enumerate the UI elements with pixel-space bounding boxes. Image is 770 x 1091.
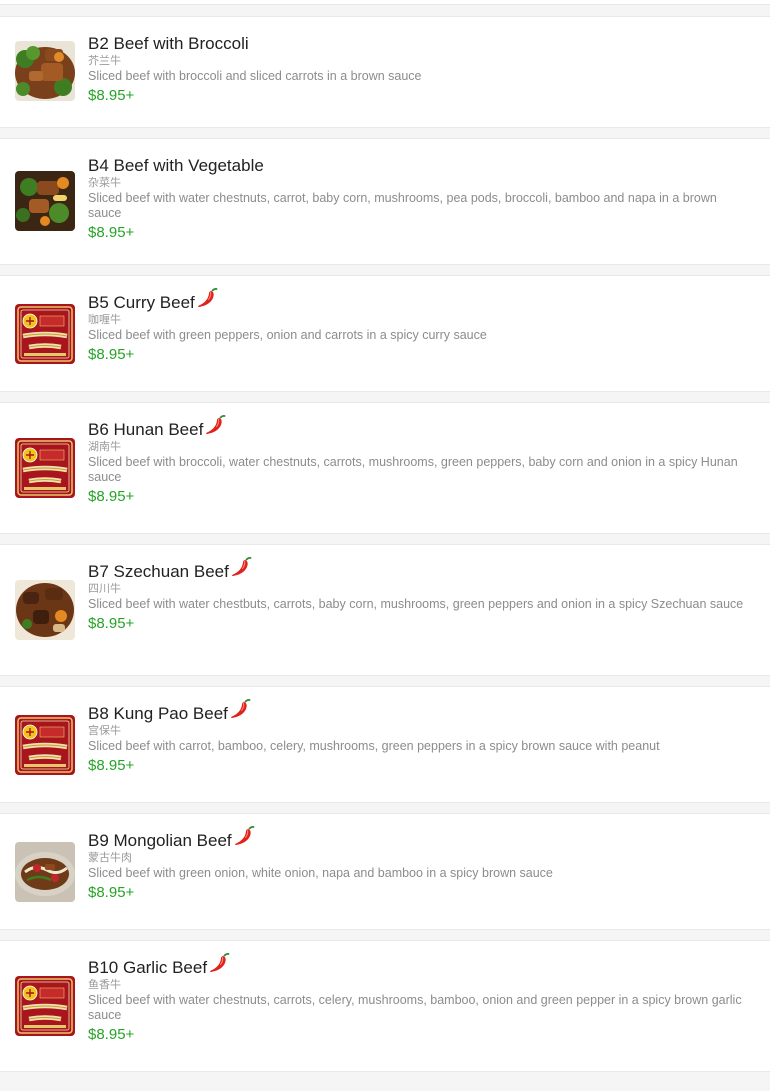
menu-item-chinese-name: 杂菜牛 bbox=[88, 177, 121, 189]
menu-item-image[interactable] bbox=[15, 580, 75, 640]
chili-pepper-icon bbox=[208, 953, 230, 973]
menu-item-image[interactable] bbox=[15, 715, 75, 775]
menu-item-info: B6 Hunan Beef 湖南牛 Sliced beef with brocco… bbox=[88, 415, 748, 506]
menu-item-description: Sliced beef with broccoli and sliced car… bbox=[88, 69, 422, 83]
menu-item-image[interactable] bbox=[15, 842, 75, 902]
menu-item[interactable]: B5 Curry Beef 咖喱牛 Sliced beef with green … bbox=[0, 275, 770, 392]
chili-pepper-icon bbox=[233, 826, 255, 846]
menu-item-info: B5 Curry Beef 咖喱牛 Sliced beef with green … bbox=[88, 288, 748, 364]
menu-item-chinese-name: 四川牛 bbox=[88, 583, 121, 595]
menu-item[interactable]: B9 Mongolian Beef 蒙古牛肉 Sliced beef with g… bbox=[0, 813, 770, 930]
menu-item-image[interactable] bbox=[15, 304, 75, 364]
previous-item-edge bbox=[0, 0, 770, 5]
menu-item-price: $8.95+ bbox=[88, 884, 135, 901]
menu-item[interactable]: B6 Hunan Beef 湖南牛 Sliced beef with brocco… bbox=[0, 402, 770, 534]
menu-item-image[interactable] bbox=[15, 438, 75, 498]
menu-item-name[interactable]: B7 Szechuan Beef bbox=[88, 562, 229, 582]
menu-item-name-row: B6 Hunan Beef bbox=[88, 415, 748, 440]
menu-item-name[interactable]: B6 Hunan Beef bbox=[88, 420, 203, 440]
menu-item-description: Sliced beef with water chestnuts, carrot… bbox=[88, 191, 717, 220]
chili-pepper-icon bbox=[204, 415, 226, 435]
menu-item-chinese-name: 鱼香牛 bbox=[88, 979, 121, 991]
menu-item-name-row: B9 Mongolian Beef bbox=[88, 826, 748, 851]
menu-item-description: Sliced beef with green onion, white onio… bbox=[88, 866, 553, 880]
menu-item-name-row: B5 Curry Beef bbox=[88, 288, 748, 313]
menu-item-info: B2 Beef with Broccoli 芥兰牛 Sliced beef with… bbox=[88, 34, 748, 105]
chili-pepper-icon bbox=[196, 288, 218, 308]
menu-item-info: B9 Mongolian Beef 蒙古牛肉 Sliced beef with g… bbox=[88, 826, 748, 902]
menu-item-chinese-name: 咖喱牛 bbox=[88, 314, 121, 326]
menu-item-image[interactable] bbox=[15, 41, 75, 101]
menu-item[interactable]: B4 Beef with Vegetable 杂菜牛 Sliced beef wit… bbox=[0, 138, 770, 265]
menu-item-description: Sliced beef with water chestnuts, carrot… bbox=[88, 993, 742, 1022]
menu-item[interactable]: B10 Garlic Beef 鱼香牛 Sliced beef with wate… bbox=[0, 940, 770, 1072]
menu-item-image[interactable] bbox=[15, 171, 75, 231]
menu-item-info: B7 Szechuan Beef 四川牛 Sliced beef with wat… bbox=[88, 557, 748, 633]
menu-item-name[interactable]: B8 Kung Pao Beef bbox=[88, 704, 228, 724]
menu-item-chinese-name: 宫保牛 bbox=[88, 725, 121, 737]
menu-item[interactable]: B8 Kung Pao Beef 宫保牛 Sliced beef with car… bbox=[0, 686, 770, 803]
menu-item-name[interactable]: B2 Beef with Broccoli bbox=[88, 34, 249, 54]
menu-item-price: $8.95+ bbox=[88, 615, 135, 632]
menu-item-name-row: B10 Garlic Beef bbox=[88, 953, 748, 978]
menu-item-name[interactable]: B5 Curry Beef bbox=[88, 293, 195, 313]
menu-item-name[interactable]: B9 Mongolian Beef bbox=[88, 831, 232, 851]
menu-item-description: Sliced beef with green peppers, onion an… bbox=[88, 328, 487, 342]
menu-item-info: B4 Beef with Vegetable 杂菜牛 Sliced beef wit… bbox=[88, 156, 748, 242]
menu-item[interactable]: B2 Beef with Broccoli 芥兰牛 Sliced beef with… bbox=[0, 16, 770, 128]
menu-item-info: B10 Garlic Beef 鱼香牛 Sliced beef with wate… bbox=[88, 953, 748, 1044]
menu-item-name-row: B7 Szechuan Beef bbox=[88, 557, 748, 582]
chili-pepper-icon bbox=[230, 557, 252, 577]
menu-item-name-row: B8 Kung Pao Beef bbox=[88, 699, 748, 724]
menu-item-name[interactable]: B10 Garlic Beef bbox=[88, 958, 207, 978]
menu-item-chinese-name: 芥兰牛 bbox=[88, 55, 121, 67]
menu-item[interactable]: B7 Szechuan Beef 四川牛 Sliced beef with wat… bbox=[0, 544, 770, 676]
menu-item-price: $8.95+ bbox=[88, 488, 135, 505]
menu-item-chinese-name: 湖南牛 bbox=[88, 441, 121, 453]
menu-item-price: $8.95+ bbox=[88, 224, 135, 241]
menu-item-info: B8 Kung Pao Beef 宫保牛 Sliced beef with car… bbox=[88, 699, 748, 775]
menu-item-price: $8.95+ bbox=[88, 87, 135, 104]
menu-item-price: $8.95+ bbox=[88, 346, 135, 363]
menu-item-name[interactable]: B4 Beef with Vegetable bbox=[88, 156, 264, 176]
menu-item-price: $8.95+ bbox=[88, 757, 135, 774]
menu-item-chinese-name: 蒙古牛肉 bbox=[88, 852, 132, 864]
menu-list: B2 Beef with Broccoli 芥兰牛 Sliced beef with… bbox=[0, 0, 770, 1091]
chili-pepper-icon bbox=[229, 699, 251, 719]
menu-item-description: Sliced beef with carrot, bamboo, celery,… bbox=[88, 739, 660, 753]
menu-item-name-row: B2 Beef with Broccoli bbox=[88, 34, 748, 54]
menu-item-description: Sliced beef with water chestbuts, carrot… bbox=[88, 597, 744, 611]
menu-item-price: $8.95+ bbox=[88, 1026, 135, 1043]
menu-item-name-row: B4 Beef with Vegetable bbox=[88, 156, 748, 176]
menu-item-image[interactable] bbox=[15, 976, 75, 1036]
menu-item-description: Sliced beef with broccoli, water chestnu… bbox=[88, 455, 738, 484]
